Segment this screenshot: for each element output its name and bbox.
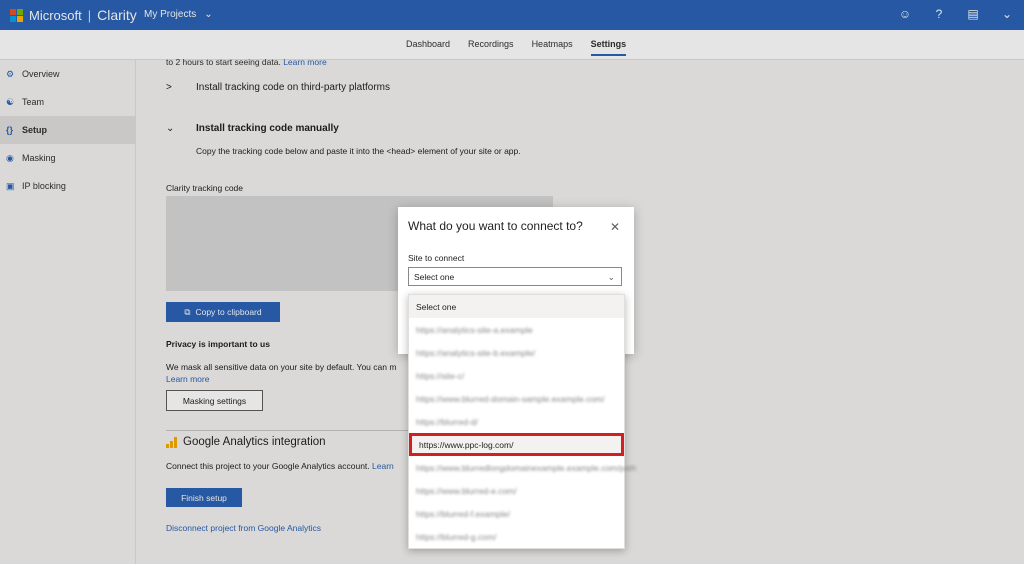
dropdown-option[interactable]: Select one <box>409 295 624 318</box>
dropdown-option[interactable]: https://www.blurredlongdomainexample.exa… <box>409 456 636 479</box>
dropdown-option[interactable]: https://www.blurred-domain-sample.exampl… <box>409 387 624 410</box>
chevron-down-icon: ⌄ <box>607 272 615 282</box>
dropdown-option[interactable]: https://blurred-g.com/ <box>409 525 624 548</box>
dropdown-option[interactable]: https://analytics-site-b.example/ <box>409 341 624 364</box>
close-icon[interactable]: ✕ <box>610 220 620 234</box>
dropdown-option[interactable]: https://analytics-site-a.example <box>409 318 624 341</box>
dropdown-option[interactable]: https://blurred-d/ <box>409 410 624 433</box>
dropdown-option[interactable]: https://site-c/ <box>409 364 624 387</box>
site-to-connect-label: Site to connect <box>408 253 465 263</box>
dropdown-option[interactable]: https://blurred-f.example/ <box>409 502 624 525</box>
dropdown-option[interactable]: https://www.blurred-e.com/ <box>409 479 624 502</box>
site-select-value: Select one <box>414 271 455 282</box>
dropdown-option-ppc-log[interactable]: https://www.ppc-log.com/ <box>409 433 624 456</box>
modal-title: What do you want to connect to? <box>408 219 583 233</box>
site-dropdown-list: Select one https://analytics-site-a.exam… <box>408 294 636 549</box>
site-select[interactable]: Select one ⌄ <box>408 267 622 286</box>
